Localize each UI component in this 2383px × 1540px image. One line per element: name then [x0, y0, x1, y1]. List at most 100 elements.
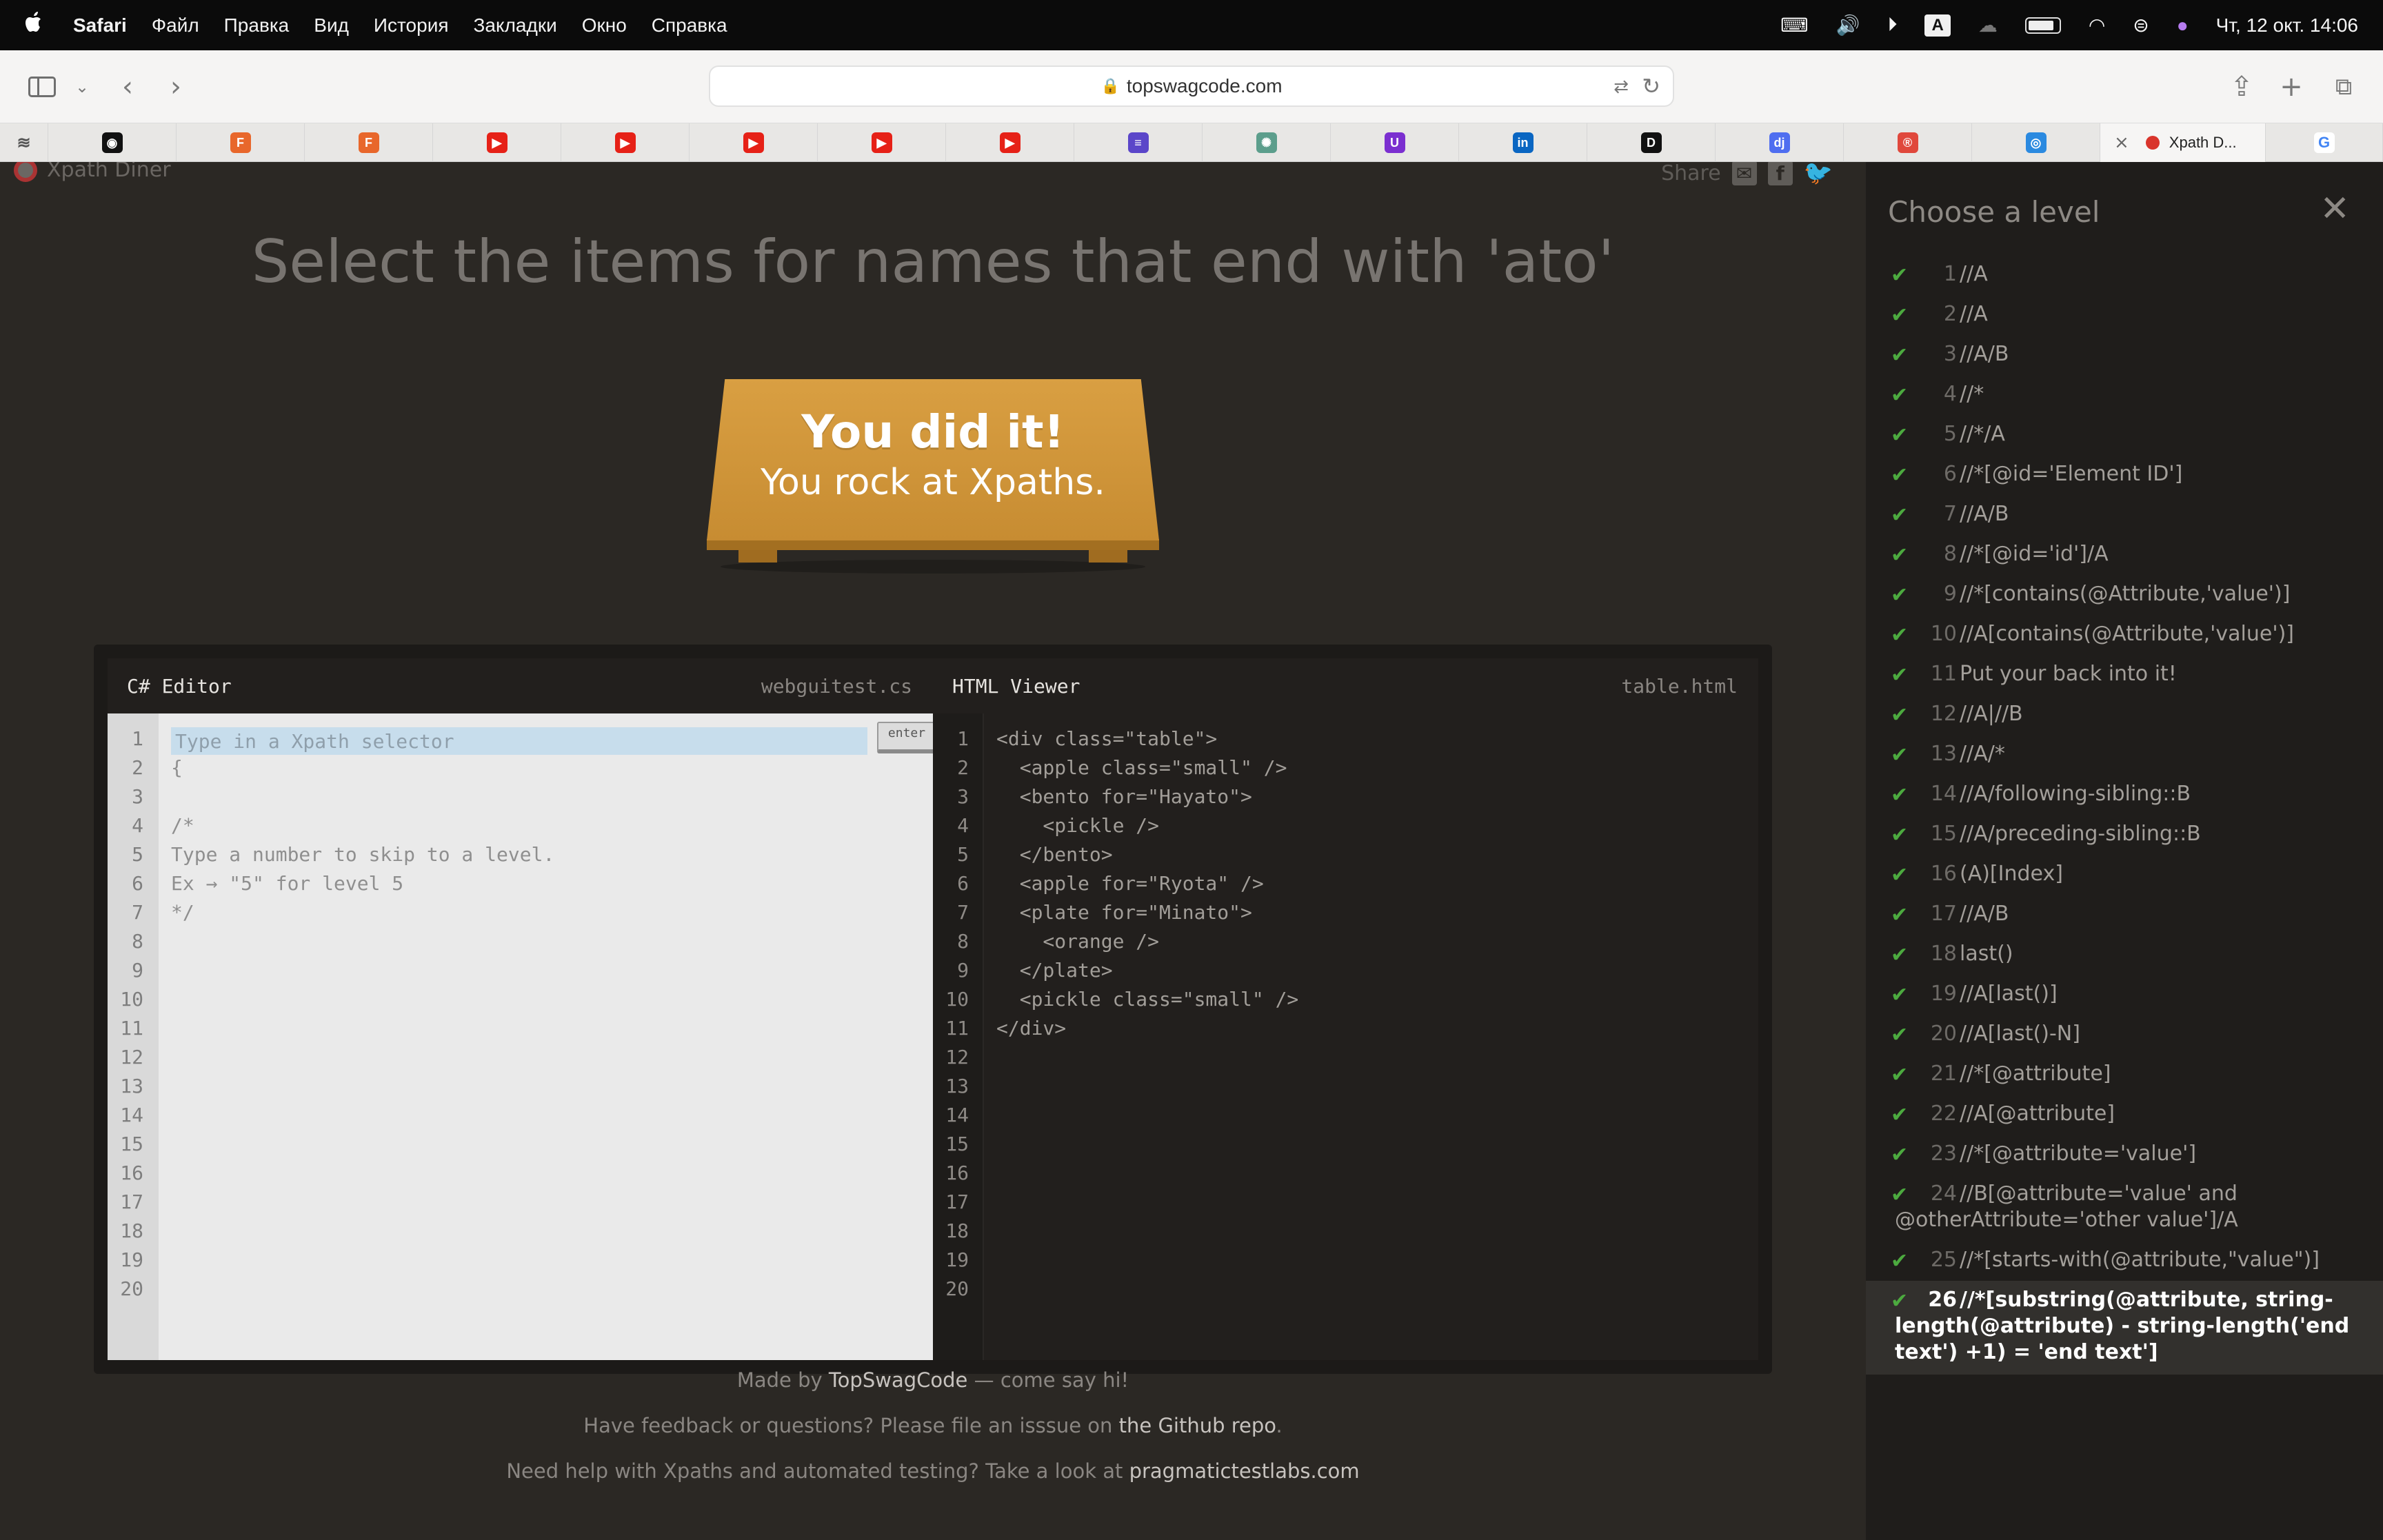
tab-u-circle-11[interactable]: U: [1331, 123, 1459, 162]
level-item-18[interactable]: ✔ 18 last(): [1866, 935, 2383, 975]
battery-icon[interactable]: [2024, 17, 2061, 34]
siri-icon[interactable]: ●: [2177, 14, 2189, 37]
level-item-5[interactable]: ✔ 5//*/A: [1866, 415, 2383, 455]
level-item-19[interactable]: ✔ 19//A[last()]: [1866, 975, 2383, 1015]
tab-groups-chevron-icon[interactable]: ⌄: [65, 70, 99, 104]
level-item-16[interactable]: ✔ 16 (A)[Index]: [1866, 855, 2383, 895]
share-button[interactable]: ⇪: [2224, 70, 2259, 104]
level-item-25[interactable]: ✔ 25//*[starts-with(@attribute,"value")]: [1866, 1241, 2383, 1281]
tab-ring-16[interactable]: ◎: [1972, 123, 2100, 162]
sidebar-toggle-button[interactable]: [25, 70, 59, 104]
menu-file[interactable]: Файл: [152, 14, 199, 37]
control-center-icon[interactable]: ⊜: [2133, 14, 2149, 37]
level-item-3[interactable]: ✔ 3//A/B: [1866, 335, 2383, 375]
u-circle-icon: U: [1384, 132, 1405, 153]
tab-linkedin-12[interactable]: in: [1459, 123, 1587, 162]
level-item-15[interactable]: ✔ 15//A/preceding-sibling::B: [1866, 815, 2383, 855]
volume-icon[interactable]: 🔊: [1836, 14, 1860, 37]
tab-youtube-4[interactable]: ▶: [433, 123, 561, 162]
level-item-11[interactable]: ✔ 11 Put your back into it!: [1866, 655, 2383, 695]
tab-database[interactable]: ≋: [0, 123, 48, 162]
keyboard-icon[interactable]: ⌨: [1780, 14, 1808, 37]
play-icon[interactable]: ⏵: [1887, 14, 1897, 37]
menu-help[interactable]: Справка: [652, 14, 727, 37]
tab-list-9[interactable]: ≡: [1074, 123, 1203, 162]
pragmatictestlabs-link[interactable]: pragmatictestlabs.com: [1129, 1459, 1360, 1483]
tab-f-square-2[interactable]: F: [177, 123, 305, 162]
level-item-20[interactable]: ✔ 20//A[last()-N]: [1866, 1015, 2383, 1055]
level-item-10[interactable]: ✔ 10//A[contains(@Attribute,'value')]: [1866, 615, 2383, 655]
level-item-13[interactable]: ✔ 13//A/*: [1866, 735, 2383, 775]
level-item-8[interactable]: ✔ 8//*[@id='id']/A: [1866, 535, 2383, 575]
footer-help: Need help with Xpaths and automated test…: [0, 1459, 1866, 1483]
check-icon: ✔: [1891, 983, 1909, 1007]
address-bar[interactable]: 🔒 topswagcode.com ⇄ ↻: [709, 65, 1674, 107]
level-item-14[interactable]: ✔ 14//A/following-sibling::B: [1866, 775, 2383, 815]
level-number: 13: [1930, 742, 1957, 766]
menu-window[interactable]: Окно: [582, 14, 627, 37]
level-item-4[interactable]: ✔ 4//*: [1866, 375, 2383, 415]
level-item-21[interactable]: ✔ 21//*[@attribute]: [1866, 1055, 2383, 1095]
xpath-input[interactable]: [171, 727, 867, 755]
translate-icon[interactable]: ⇄: [1613, 76, 1629, 97]
level-number: 23: [1930, 1142, 1957, 1166]
apple-icon[interactable]: [25, 11, 52, 39]
check-icon: ✔: [1891, 423, 1909, 447]
level-item-22[interactable]: ✔ 22//A[@attribute]: [1866, 1095, 2383, 1135]
menu-bookmarks[interactable]: Закладки: [474, 14, 557, 37]
level-item-17[interactable]: ✔ 17//A/B: [1866, 895, 2383, 935]
f-square-icon: F: [358, 132, 379, 153]
tab-xpath-diner[interactable]: × Xpath D...: [2100, 123, 2266, 162]
clock[interactable]: Чт, 12 окт. 14:06: [2216, 14, 2358, 37]
tab-chatgpt-10[interactable]: ✺: [1203, 123, 1331, 162]
tab-youtube-8[interactable]: ▶: [946, 123, 1074, 162]
enter-button[interactable]: enter: [877, 722, 936, 753]
facebook-icon[interactable]: f: [1767, 162, 1793, 185]
github-repo-link[interactable]: the Github repo: [1119, 1414, 1276, 1437]
input-source-indicator[interactable]: A: [1924, 14, 1951, 37]
back-button[interactable]: ‹: [110, 70, 145, 104]
close-icon[interactable]: ✕: [2320, 188, 2350, 230]
level-label: //*: [1960, 382, 1984, 406]
tab-djinni-14[interactable]: dj: [1716, 123, 1844, 162]
html-code-line: </plate>: [996, 959, 1113, 982]
level-item-9[interactable]: ✔ 9//*[contains(@Attribute,'value')]: [1866, 575, 2383, 615]
topswagcode-link[interactable]: TopSwagCode: [829, 1368, 968, 1392]
level-label: //*/A: [1960, 422, 2005, 446]
level-item-7[interactable]: ✔ 7//A/B: [1866, 495, 2383, 535]
menu-app[interactable]: Safari: [73, 14, 127, 37]
close-tab-icon[interactable]: ×: [2114, 132, 2129, 153]
tab-github-1[interactable]: ◉: [48, 123, 177, 162]
forward-button[interactable]: ›: [159, 70, 193, 104]
tab-youtube-7[interactable]: ▶: [818, 123, 946, 162]
level-label: //A[contains(@Attribute,'value')]: [1960, 622, 2294, 646]
level-item-2[interactable]: ✔ 2//A: [1866, 295, 2383, 335]
tab-f-square-3[interactable]: F: [305, 123, 433, 162]
tab-overview-button[interactable]: ⧉: [2326, 70, 2361, 104]
level-item-12[interactable]: ✔ 12//A|//B: [1866, 695, 2383, 735]
new-tab-button[interactable]: +: [2274, 70, 2309, 104]
tab-dou-13[interactable]: D: [1587, 123, 1716, 162]
footer-text: Made by: [736, 1368, 829, 1392]
tab-r-circle-15[interactable]: ®: [1844, 123, 1972, 162]
brand[interactable]: Xpath Diner: [14, 162, 171, 182]
level-number: 3: [1943, 342, 1957, 366]
mail-icon[interactable]: ✉: [1731, 162, 1757, 185]
wifi-icon[interactable]: ◠: [2089, 14, 2105, 37]
tab-google[interactable]: G: [2266, 123, 2383, 162]
twitter-icon[interactable]: 🐦: [1804, 162, 1833, 187]
menu-edit[interactable]: Правка: [224, 14, 290, 37]
level-item-6[interactable]: ✔ 6//*[@id='Element ID']: [1866, 455, 2383, 495]
level-item-1[interactable]: ✔ 1//A: [1866, 255, 2383, 295]
level-item-24[interactable]: ✔ 24//B[@attribute='value' and @otherAttr…: [1866, 1175, 2383, 1241]
menu-view[interactable]: Вид: [314, 14, 349, 37]
menu-history[interactable]: История: [374, 14, 449, 37]
level-item-23[interactable]: ✔ 23//*[@attribute='value']: [1866, 1135, 2383, 1175]
tab-youtube-5[interactable]: ▶: [561, 123, 690, 162]
line-number: 9: [132, 959, 143, 982]
tab-youtube-6[interactable]: ▶: [690, 123, 818, 162]
weather-icon[interactable]: ☁: [1978, 14, 1998, 37]
level-item-26[interactable]: ✔ 26//*[substring(@attribute, string-leng…: [1866, 1281, 2383, 1375]
reload-icon[interactable]: ↻: [1642, 73, 1660, 99]
level-label: //A/B: [1960, 502, 2009, 526]
